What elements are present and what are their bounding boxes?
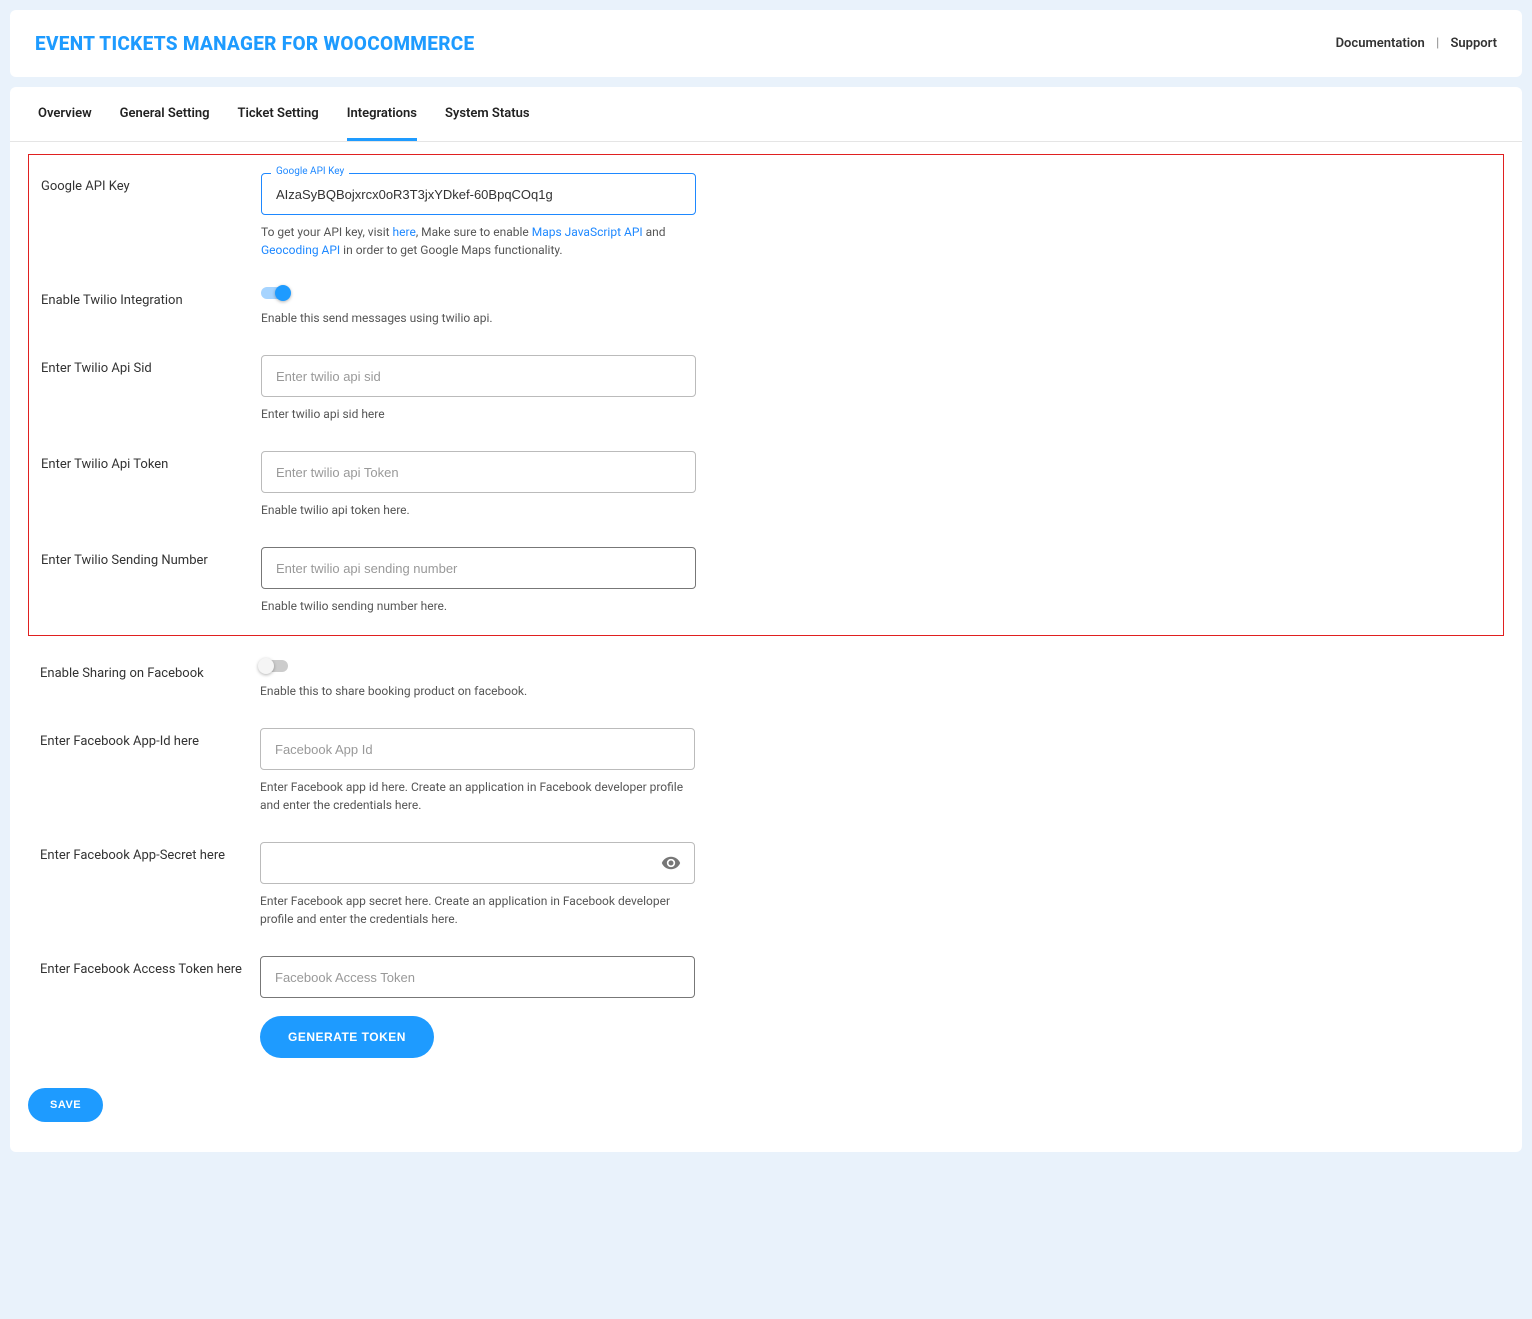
row-twilio-token: Enter Twilio Api Token Enable twilio api… (41, 451, 1491, 519)
row-enable-facebook: Enable Sharing on Facebook Enable this t… (40, 660, 1504, 700)
fb-app-id-label: Enter Facebook App-Id here (40, 728, 260, 749)
enable-twilio-label: Enable Twilio Integration (41, 287, 261, 308)
row-google-api-key: Google API Key Google API Key To get you… (41, 173, 1491, 259)
twilio-token-input[interactable] (261, 451, 696, 493)
google-api-key-label: Google API Key (41, 173, 261, 194)
highlighted-section: Google API Key Google API Key To get you… (28, 154, 1504, 636)
google-api-here-link[interactable]: here (393, 225, 416, 239)
twilio-sid-input[interactable] (261, 355, 696, 397)
header-separator: | (1436, 36, 1439, 51)
tab-integrations[interactable]: Integrations (347, 87, 417, 141)
eye-icon[interactable] (661, 853, 681, 873)
row-fb-app-secret: Enter Facebook App-Secret here Enter Fac… (40, 842, 1504, 928)
twilio-sid-label: Enter Twilio Api Sid (41, 355, 261, 376)
save-row: SAVE (28, 1088, 1504, 1122)
tab-overview[interactable]: Overview (38, 87, 92, 141)
fb-app-id-help: Enter Facebook app id here. Create an ap… (260, 778, 695, 814)
save-button[interactable]: SAVE (28, 1088, 103, 1122)
google-api-help: To get your API key, visit here, Make su… (261, 223, 696, 259)
fb-app-secret-label: Enter Facebook App-Secret here (40, 842, 260, 863)
facebook-section: Enable Sharing on Facebook Enable this t… (28, 660, 1504, 1058)
fb-access-token-label: Enter Facebook Access Token here (40, 956, 260, 977)
maps-js-api-link[interactable]: Maps JavaScript API (532, 225, 643, 239)
header-links: Documentation | Support (1336, 36, 1497, 51)
twilio-token-label: Enter Twilio Api Token (41, 451, 261, 472)
support-link[interactable]: Support (1450, 36, 1497, 51)
google-api-key-input[interactable] (261, 173, 696, 215)
row-twilio-sid: Enter Twilio Api Sid Enter twilio api si… (41, 355, 1491, 423)
fb-access-token-input[interactable] (260, 956, 695, 998)
page-title: EVENT TICKETS MANAGER FOR WOOCOMMERCE (35, 32, 475, 55)
fb-app-secret-help: Enter Facebook app secret here. Create a… (260, 892, 695, 928)
fb-app-id-input[interactable] (260, 728, 695, 770)
twilio-number-input[interactable] (261, 547, 696, 589)
content-area: Google API Key Google API Key To get you… (10, 142, 1522, 1152)
tab-system-status[interactable]: System Status (445, 87, 530, 141)
tabs-bar: Overview General Setting Ticket Setting … (10, 87, 1522, 142)
geocoding-api-link[interactable]: Geocoding API (261, 243, 340, 257)
enable-twilio-toggle[interactable] (261, 287, 289, 299)
row-enable-twilio: Enable Twilio Integration Enable this se… (41, 287, 1491, 327)
enable-facebook-help: Enable this to share booking product on … (260, 682, 695, 700)
twilio-number-label: Enter Twilio Sending Number (41, 547, 261, 568)
row-fb-app-id: Enter Facebook App-Id here Enter Faceboo… (40, 728, 1504, 814)
tab-general-setting[interactable]: General Setting (120, 87, 210, 141)
fb-app-secret-input[interactable] (260, 842, 695, 884)
enable-facebook-label: Enable Sharing on Facebook (40, 660, 260, 681)
google-api-floating-label: Google API Key (271, 166, 349, 177)
row-twilio-number: Enter Twilio Sending Number Enable twili… (41, 547, 1491, 615)
main-panel: Overview General Setting Ticket Setting … (10, 87, 1522, 1152)
generate-token-button[interactable]: GENERATE TOKEN (260, 1016, 434, 1058)
enable-twilio-help: Enable this send messages using twilio a… (261, 309, 696, 327)
twilio-sid-help: Enter twilio api sid here (261, 405, 696, 423)
enable-facebook-toggle[interactable] (260, 660, 288, 672)
page-header: EVENT TICKETS MANAGER FOR WOOCOMMERCE Do… (10, 10, 1522, 77)
tab-ticket-setting[interactable]: Ticket Setting (238, 87, 319, 141)
twilio-token-help: Enable twilio api token here. (261, 501, 696, 519)
documentation-link[interactable]: Documentation (1336, 36, 1425, 51)
row-fb-access-token: Enter Facebook Access Token here GENERAT… (40, 956, 1504, 1058)
twilio-number-help: Enable twilio sending number here. (261, 597, 696, 615)
